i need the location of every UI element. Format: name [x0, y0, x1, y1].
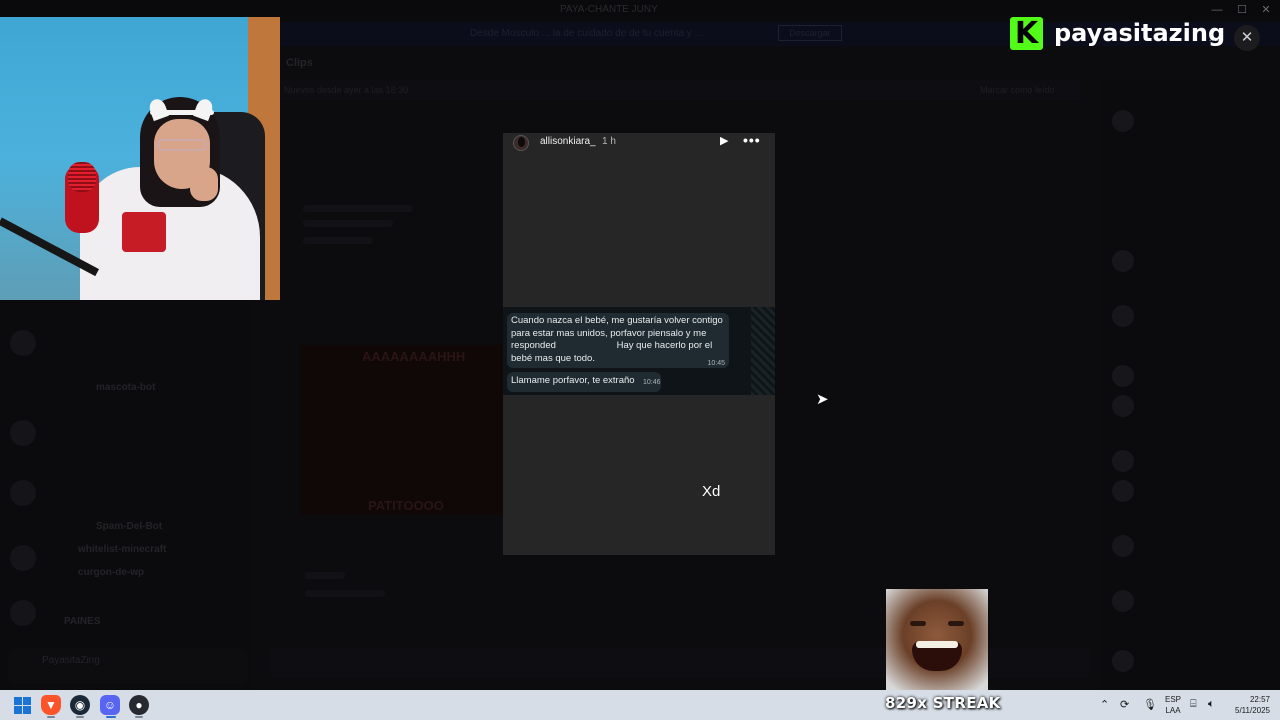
chat-bubble-time: 10:46: [643, 379, 661, 386]
chat-bubble-text: Llamame porfavor, te extraño: [511, 375, 635, 386]
member-avatar[interactable]: [1112, 450, 1134, 472]
chat-wallpaper: [751, 307, 775, 395]
maximize-button[interactable]: ☐: [1233, 2, 1251, 18]
member-avatar[interactable]: [1112, 650, 1134, 672]
channel-item[interactable]: mascota-bot: [96, 382, 155, 393]
app-running-indicator: [135, 716, 143, 718]
brave-browser-icon[interactable]: ▼: [41, 695, 61, 715]
story-viewer[interactable]: allisonkiara_ 1 h ▶ ••• Cuando nazca el …: [503, 133, 775, 555]
meme-eye: [910, 621, 926, 626]
server-icon[interactable]: [10, 420, 36, 446]
server-icon[interactable]: [10, 480, 36, 506]
chat-bubble-text: Cuando nazca el bebé, me gustaría volver…: [511, 315, 723, 364]
more-icon[interactable]: •••: [743, 133, 761, 147]
discord-icon[interactable]: ☺: [100, 695, 120, 715]
streamer-name: payasitazing: [1054, 19, 1226, 47]
message-line: [303, 205, 413, 212]
chat-bubble: Llamame porfavor, te extraño 10:46: [507, 372, 661, 392]
close-window-button[interactable]: ✕: [1257, 2, 1275, 18]
mark-read-link[interactable]: Marcar como leído: [980, 85, 1055, 95]
clock-date[interactable]: 5/11/2025: [1226, 706, 1270, 715]
story-header: allisonkiara_ 1 h ▶ •••: [503, 133, 775, 151]
channel-header: [280, 50, 1080, 78]
chevron-up-icon[interactable]: ⌃: [1100, 698, 1109, 711]
stream-brand: K payasitazing: [1010, 16, 1225, 50]
chat-bubble: Cuando nazca el bebé, me gustaría volver…: [507, 313, 729, 368]
message-line: [305, 590, 385, 597]
channel-title: Clips: [286, 57, 313, 69]
message-image-caption: AAAAAAAAHHH: [362, 349, 466, 364]
meme-face: [886, 589, 988, 691]
window-title: PAYA-CHANTE JUNY: [560, 4, 658, 15]
meme-teeth: [916, 641, 958, 648]
webcam-person-top: [122, 212, 166, 252]
message-line: [305, 572, 345, 579]
member-avatar[interactable]: [1112, 365, 1134, 387]
user-panel-name: PayasitaZing: [42, 655, 100, 666]
member-avatar[interactable]: [1112, 590, 1134, 612]
app-active-indicator: [106, 716, 116, 718]
streak-counter: 829x STREAK: [885, 694, 1001, 712]
mouse-cursor-icon: ➤: [816, 391, 829, 408]
app-running-indicator: [47, 716, 55, 718]
taskbar: [0, 690, 1280, 720]
close-viewer-button[interactable]: ✕: [1234, 25, 1260, 51]
webcam-glasses: [157, 139, 207, 151]
message-line: [303, 220, 393, 227]
member-avatar[interactable]: [1112, 395, 1134, 417]
meme-eye: [948, 621, 964, 626]
clock-time[interactable]: 22:57: [1226, 695, 1270, 704]
user-panel: [8, 648, 248, 684]
microphone-icon[interactable]: 🎙︎: [1143, 698, 1157, 711]
play-icon[interactable]: ▶: [720, 135, 732, 148]
channel-item[interactable]: curgon-de-wp: [78, 567, 144, 578]
webcam-microphone-grill: [68, 162, 96, 192]
webcam-feed: [0, 17, 280, 300]
kick-logo-letter: K: [1014, 15, 1039, 51]
chat-bubble-time: 10:45: [707, 360, 725, 367]
kick-logo-icon: K: [1010, 15, 1043, 51]
new-messages-text: Nuevos desde ayer a las 18:30: [284, 85, 409, 95]
channel-sidebar: [0, 300, 250, 690]
member-avatar[interactable]: [1112, 305, 1134, 327]
story-avatar[interactable]: [513, 135, 529, 151]
member-avatar[interactable]: [1112, 250, 1134, 272]
windows-start-icon[interactable]: [12, 695, 32, 715]
server-icon[interactable]: [10, 600, 36, 626]
screen: PAYA-CHANTE JUNY — ☐ ✕ Desde Mosculo ...…: [0, 0, 1280, 720]
member-avatar[interactable]: [1112, 110, 1134, 132]
network-icon[interactable]: ⌸: [1190, 698, 1197, 711]
message-image[interactable]: [300, 345, 505, 515]
server-icon[interactable]: [10, 330, 36, 356]
message-image-caption: PATITOOOO: [368, 498, 444, 513]
notice-banner-text: Desde Mosculo ... la de cuidado de de tu…: [470, 28, 703, 39]
webcam-hand: [190, 167, 218, 201]
volume-icon[interactable]: 🔈︎: [1208, 698, 1215, 711]
channel-item[interactable]: Spam-Del-Bot: [96, 521, 162, 532]
app-running-indicator: [76, 716, 84, 718]
member-avatar[interactable]: [1112, 535, 1134, 557]
notice-banner-button[interactable]: Descargar: [778, 25, 842, 41]
member-avatar[interactable]: [1112, 480, 1134, 502]
obs-icon[interactable]: ●: [129, 695, 149, 715]
language-layout[interactable]: LAA: [1163, 706, 1183, 715]
more-options-icon[interactable]: …: [1208, 30, 1220, 44]
story-username[interactable]: allisonkiara_: [540, 136, 596, 147]
channel-item[interactable]: whitelist-minecraft: [78, 544, 166, 555]
message-line: [303, 237, 373, 244]
sync-icon[interactable]: ⟳: [1120, 698, 1129, 711]
server-icon[interactable]: [10, 545, 36, 571]
steam-icon[interactable]: ◉: [70, 695, 90, 715]
story-timestamp: 1 h: [602, 136, 616, 147]
channel-item[interactable]: PAINES: [64, 616, 101, 627]
language-code[interactable]: ESP: [1163, 695, 1183, 704]
meme-reaction-image: [886, 589, 988, 691]
story-caption: Xd: [702, 483, 721, 500]
avatar-figure: [518, 137, 525, 147]
